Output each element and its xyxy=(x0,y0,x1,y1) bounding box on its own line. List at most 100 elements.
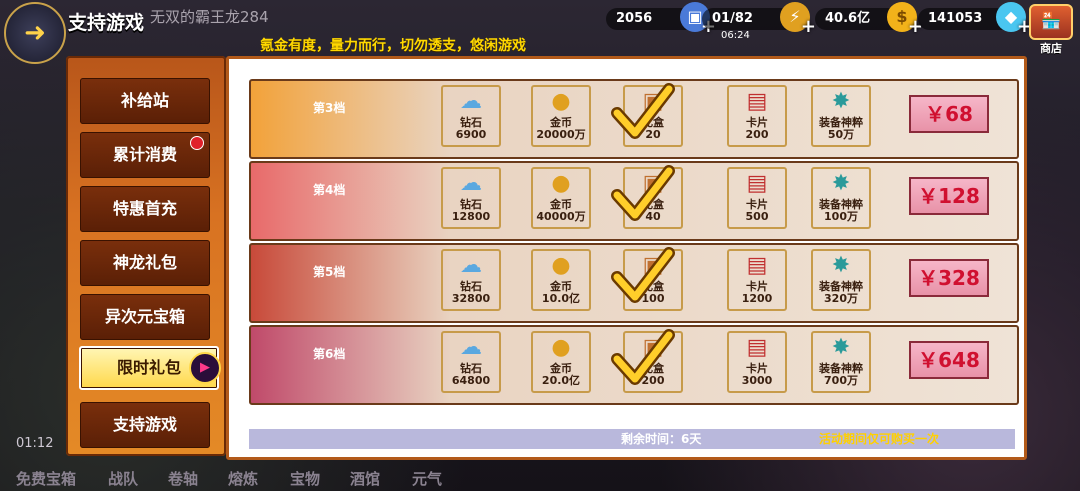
diamond-icon: ☁ xyxy=(460,335,482,360)
reward-amount: 50万 xyxy=(827,128,855,141)
gold-coin-icon: ● xyxy=(551,253,571,278)
price-button[interactable]: ￥68 xyxy=(909,95,989,133)
shop-button[interactable]: 🏪 商店 xyxy=(1028,4,1074,56)
back-button[interactable]: ➜ xyxy=(4,2,66,64)
equipment-essence-icon: ✸ xyxy=(831,171,851,196)
tier-row: 第3档 ☁ 钻石 6900 ● 金币 20000万 ▣ 礼盒 20 ▤ 卡片 200 ✸ 装备神粹 50万 ￥6… xyxy=(249,79,1019,159)
reward-amount: 6900 xyxy=(455,128,487,141)
menu-item-dragon-pack[interactable]: 神龙礼包 xyxy=(80,240,210,286)
bottom-nav-item[interactable]: 元气 xyxy=(412,468,442,489)
pack-panel: 第3档 ☁ 钻石 6900 ● 金币 20000万 ▣ 礼盒 20 ▤ 卡片 200 ✸ 装备神粹 50万 ￥6… xyxy=(226,56,1027,460)
tier-row: 第4档 ☁ 钻石 12800 ● 金币 40000万 ▣ 礼盒 40 ▤ 卡片 500 ✸ 装备神粹 100万… xyxy=(249,161,1019,241)
reward-cell[interactable]: ▤ 卡片 3000 xyxy=(727,331,787,393)
card-icon: ▤ xyxy=(746,253,768,278)
gold-coin-icon: ● xyxy=(551,171,571,196)
slogan: 氪金有度，量力而行，切勿透支，悠闲游戏 xyxy=(260,38,526,54)
shop-icon: 🏪 xyxy=(1029,4,1073,40)
reward-amount: 200 xyxy=(745,128,769,141)
price-button[interactable]: ￥648 xyxy=(909,341,989,379)
bottom-nav: 免费宝箱 战队 卷轴 熔炼 宝物 酒馆 元气 xyxy=(0,464,1080,491)
menu-item-limited-pack[interactable]: 限时礼包 ▶ xyxy=(79,346,221,390)
diamond-icon: ☁ xyxy=(460,171,482,196)
tier-row: 第5档 ☁ 钻石 32800 ● 金币 10.0亿 ▣ 礼盒 100 ▤ 卡片 1200 ✸ 装备神粹 320… xyxy=(249,243,1019,323)
reward-cell[interactable]: ✸ 装备神粹 700万 xyxy=(811,331,871,393)
reward-amount: 10.0亿 xyxy=(541,292,581,305)
purchased-check-icon xyxy=(611,83,675,139)
back-arrow-icon: ➜ xyxy=(24,18,46,48)
reward-cell[interactable]: ▤ 卡片 500 xyxy=(727,167,787,229)
add-icon: + xyxy=(800,16,816,37)
reward-cell[interactable]: ● 金币 40000万 xyxy=(531,167,591,229)
reward-amount: 3000 xyxy=(741,374,773,387)
reward-cell[interactable]: ✸ 装备神粹 50万 xyxy=(811,85,871,147)
reward-cell[interactable]: ☁ 钻石 64800 xyxy=(441,331,501,393)
reward-amount: 320万 xyxy=(824,292,858,305)
tier-name: 第3档 xyxy=(313,101,346,115)
tier-name: 第5档 xyxy=(313,265,346,279)
price-button[interactable]: ￥328 xyxy=(909,259,989,297)
notification-dot xyxy=(190,136,204,150)
equipment-essence-icon: ✸ xyxy=(831,253,851,278)
clock: 01:12 xyxy=(16,436,54,451)
bottom-nav-item[interactable]: 酒馆 xyxy=(350,468,380,489)
bottom-nav-item[interactable]: 战队 xyxy=(108,468,138,489)
gold-coin-icon: ● xyxy=(551,335,571,360)
bottom-nav-item[interactable]: 宝物 xyxy=(290,468,320,489)
top-bar: ➜ 支持游戏 无双的霸王龙284 2056 ▣ + 01/82 ⚡ + 40.6… xyxy=(0,0,1080,64)
reward-cell[interactable]: ☁ 钻石 32800 xyxy=(441,249,501,311)
reward-cell[interactable]: ☁ 钻石 12800 xyxy=(441,167,501,229)
menu-item-dimension-box[interactable]: 异次元宝箱 xyxy=(80,294,210,340)
bottom-nav-item[interactable]: 卷轴 xyxy=(168,468,198,489)
play-arrow-icon: ▶ xyxy=(189,352,221,384)
purchase-note: 活动期间仅可购买一次 xyxy=(819,432,940,446)
reward-amount: 20.0亿 xyxy=(541,374,581,387)
reward-amount: 100万 xyxy=(824,210,858,223)
price-button[interactable]: ￥128 xyxy=(909,177,989,215)
reward-cell[interactable]: ● 金币 20000万 xyxy=(531,85,591,147)
reward-cell[interactable]: ▤ 卡片 1200 xyxy=(727,249,787,311)
gold-coin-icon: ● xyxy=(551,89,571,114)
reward-cell[interactable]: ▤ 卡片 200 xyxy=(727,85,787,147)
reward-amount: 1200 xyxy=(741,292,773,305)
menu-item-support[interactable]: 支持游戏 xyxy=(80,402,210,448)
bottom-nav-item[interactable]: 免费宝箱 xyxy=(16,468,76,489)
menu-item-first-charge[interactable]: 特惠首充 xyxy=(80,186,210,232)
reward-amount: 64800 xyxy=(451,374,491,387)
purchased-check-icon xyxy=(611,165,675,221)
shop-label: 商店 xyxy=(1040,42,1062,55)
tier-name: 第6档 xyxy=(313,347,346,361)
resource-gold[interactable]: 40.6亿 $ + xyxy=(815,2,923,37)
purchased-check-icon xyxy=(611,247,675,303)
resource-diamond[interactable]: 141053 ◆ + xyxy=(918,2,1032,37)
menu-item-cumulative[interactable]: 累计消费 xyxy=(80,132,210,178)
card-icon: ▤ xyxy=(746,89,768,114)
reward-cell[interactable]: ● 金币 20.0亿 xyxy=(531,331,591,393)
card-icon: ▤ xyxy=(746,335,768,360)
menu-item-supply[interactable]: 补给站 xyxy=(80,78,210,124)
reward-cell[interactable]: ● 金币 10.0亿 xyxy=(531,249,591,311)
card-icon: ▤ xyxy=(746,171,768,196)
reward-amount: 12800 xyxy=(451,210,491,223)
reward-cell[interactable]: ☁ 钻石 6900 xyxy=(441,85,501,147)
diamond-icon: ☁ xyxy=(460,253,482,278)
tier-name: 第4档 xyxy=(313,183,346,197)
player-name: 无双的霸王龙284 xyxy=(150,8,269,26)
reward-amount: 40000万 xyxy=(536,210,586,223)
reward-cell[interactable]: ✸ 装备神粹 100万 xyxy=(811,167,871,229)
reward-amount: 500 xyxy=(745,210,769,223)
resource-ticket[interactable]: 2056 ▣ + xyxy=(606,2,716,37)
remaining-time: 剩余时间：6天 xyxy=(621,432,702,446)
tier-row: 第6档 ☁ 钻石 64800 ● 金币 20.0亿 ▣ 礼盒 200 ▤ 卡片 3000 ✸ 装备神粹 700… xyxy=(249,325,1019,405)
reward-amount: 32800 xyxy=(451,292,491,305)
side-menu: 补给站 累计消费 特惠首充 神龙礼包 异次元宝箱 限时礼包 ▶ 支持游戏 xyxy=(66,56,226,456)
footer-bar: 剩余时间：6天 活动期间仅可购买一次 xyxy=(249,429,1015,449)
reward-amount: 700万 xyxy=(824,374,858,387)
timer: 06:24 xyxy=(721,30,750,41)
diamond-icon: ☁ xyxy=(460,89,482,114)
reward-cell[interactable]: ✸ 装备神粹 320万 xyxy=(811,249,871,311)
equipment-essence-icon: ✸ xyxy=(831,335,851,360)
page-title: 支持游戏 xyxy=(68,12,145,34)
resource-stamina[interactable]: 01/82 ⚡ + xyxy=(702,2,816,37)
equipment-essence-icon: ✸ xyxy=(831,89,851,114)
bottom-nav-item[interactable]: 熔炼 xyxy=(228,468,258,489)
